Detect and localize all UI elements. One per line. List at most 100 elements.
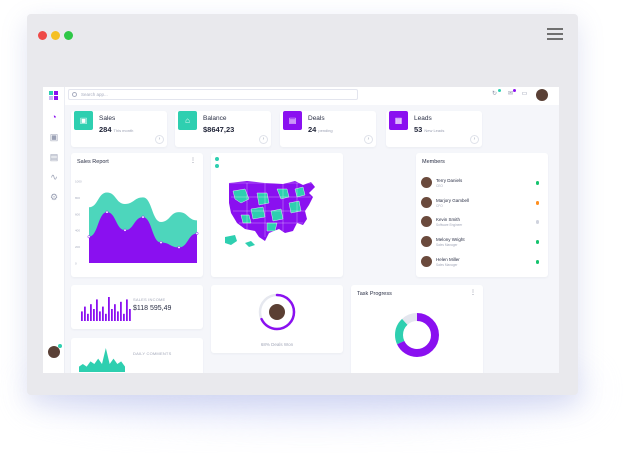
- stat-title: Leads: [414, 115, 432, 122]
- folder-icon: ▦: [389, 111, 408, 130]
- member-list-item[interactable]: Melony Wright Sales Manager: [421, 236, 543, 250]
- sidebar: ◔ ▣ ▤ ∿ ⚙: [43, 87, 65, 373]
- member-avatar: [421, 216, 432, 227]
- chevron-down-icon[interactable]: ›: [155, 135, 164, 144]
- search-icon: [72, 92, 77, 97]
- user-avatar[interactable]: [536, 89, 548, 101]
- income-bar: [90, 304, 92, 321]
- member-name: Helen Miller: [436, 257, 460, 262]
- members-card: Members Terry Daniels CEO Marjory Gambel…: [416, 153, 548, 277]
- app-logo[interactable]: [49, 91, 59, 101]
- member-status-dot: [535, 220, 539, 224]
- briefcase-icon[interactable]: ▤: [48, 151, 60, 163]
- deals-won-label: 68% Deals Won: [260, 342, 294, 347]
- search-input[interactable]: Search app...: [68, 89, 358, 100]
- income-bar: [123, 313, 125, 321]
- balance-stat-card[interactable]: ⌂ Balance $8647,23 ›: [175, 111, 271, 147]
- stat-value: 53 New Leads: [414, 125, 445, 134]
- data-point: [141, 215, 145, 219]
- deals-won-card: 68% Deals Won: [211, 285, 343, 353]
- stat-value: 284 This month: [99, 125, 134, 134]
- chevron-down-icon[interactable]: ›: [364, 135, 373, 144]
- stat-title: Sales: [99, 115, 116, 122]
- dashboard-icon[interactable]: ◔: [48, 111, 60, 123]
- minimize-window-button[interactable]: [51, 31, 60, 40]
- briefcase-icon: ▤: [283, 111, 302, 130]
- income-bar: [126, 299, 128, 321]
- income-bar: [99, 311, 101, 321]
- stat-value: $8647,23: [203, 125, 235, 134]
- sales-report-chart: 1000 800 600 400 200 0: [75, 180, 199, 266]
- hamburger-menu-icon[interactable]: [547, 28, 563, 40]
- member-list-item[interactable]: Terry Daniels CEO: [421, 177, 543, 191]
- deals-stat-card[interactable]: ▤ Deals 24 pending ›: [280, 111, 376, 147]
- settings-icon[interactable]: ⚙: [48, 191, 60, 203]
- income-bar: [114, 304, 116, 321]
- stat-title: Deals: [308, 115, 325, 122]
- us-map: [225, 181, 315, 247]
- sales-report-card: Sales Report ⋮ 1000 800 600 400 200 0: [71, 153, 203, 277]
- member-avatar: [421, 197, 432, 208]
- income-bar: [111, 309, 113, 321]
- maximize-window-button[interactable]: [64, 31, 73, 40]
- member-status-dot: [535, 201, 539, 205]
- y-tick-label: 400: [75, 229, 80, 233]
- clipboard-icon[interactable]: ▣: [48, 131, 60, 143]
- income-bar: [105, 313, 107, 321]
- member-list-item[interactable]: Marjory Gambell CFO: [421, 197, 543, 211]
- income-bar: [108, 297, 110, 321]
- notification-dot: [498, 89, 501, 92]
- us-map-card: [211, 153, 343, 277]
- mail-notification-dot: [513, 89, 516, 92]
- member-name: Marjory Gambell: [436, 198, 470, 203]
- data-point: [87, 235, 91, 239]
- task-progress-card: Task Progress ⋮: [351, 285, 483, 373]
- member-avatar: [421, 256, 432, 267]
- stat-title: Balance: [203, 115, 227, 122]
- leads-stat-card[interactable]: ▦ Leads 53 New Leads ›: [386, 111, 482, 147]
- income-bar: [87, 313, 89, 321]
- mail-icon[interactable]: ✉: [507, 91, 514, 98]
- member-list-item[interactable]: Kevin Smith Software Engineer: [421, 216, 543, 230]
- income-bar: [84, 306, 86, 321]
- search-placeholder: Search app...: [81, 92, 108, 97]
- member-role: Software Engineer: [436, 223, 463, 227]
- daily-comments-chart: [79, 348, 125, 372]
- daily-comments-card: DAILY COMMENTS: [71, 338, 203, 373]
- income-bar: [96, 299, 98, 321]
- sales-income-label: SALES INCOME: [133, 297, 166, 302]
- sales-stat-card[interactable]: ▣ Sales 284 This month ›: [71, 111, 167, 147]
- y-tick-label: 0: [75, 262, 77, 266]
- close-window-button[interactable]: [38, 31, 47, 40]
- member-list-item[interactable]: Helen Miller Sales Manager: [421, 256, 543, 270]
- chevron-down-icon[interactable]: ›: [470, 135, 479, 144]
- hawaii-shape: [245, 241, 255, 247]
- y-tick-label: 1000: [75, 180, 82, 184]
- member-status-dot: [535, 260, 539, 264]
- chevron-down-icon[interactable]: ›: [259, 135, 268, 144]
- online-status-dot: [58, 344, 62, 348]
- sales-income-value: $118 595,49: [133, 305, 172, 312]
- alaska-shape: [225, 235, 237, 245]
- refresh-icon[interactable]: ↻: [491, 91, 498, 98]
- y-tick-label: 600: [75, 212, 80, 216]
- deal-owner-avatar: [269, 304, 285, 320]
- data-point: [105, 210, 109, 214]
- member-role: CFO: [436, 204, 443, 208]
- chat-icon[interactable]: ▭: [521, 91, 528, 98]
- browser-window: ◔ ▣ ▤ ∿ ⚙ Search app... ↻ ✉ ▭ ▣ Sales 28…: [27, 14, 578, 395]
- comments-area: [79, 348, 125, 372]
- daily-comments-label: DAILY COMMENTS: [133, 351, 172, 356]
- member-avatar: [421, 177, 432, 188]
- member-role: Sales Manager: [436, 243, 458, 247]
- wallet-icon: ▣: [74, 111, 93, 130]
- income-bar: [129, 309, 131, 321]
- member-role: CEO: [436, 184, 443, 188]
- member-name: Kevin Smith: [436, 217, 461, 222]
- bank-icon: ⌂: [178, 111, 197, 130]
- data-point: [159, 241, 163, 244]
- member-status-dot: [535, 181, 539, 185]
- income-bar: [93, 309, 95, 321]
- income-bar: [81, 311, 83, 321]
- trend-icon[interactable]: ∿: [48, 171, 60, 183]
